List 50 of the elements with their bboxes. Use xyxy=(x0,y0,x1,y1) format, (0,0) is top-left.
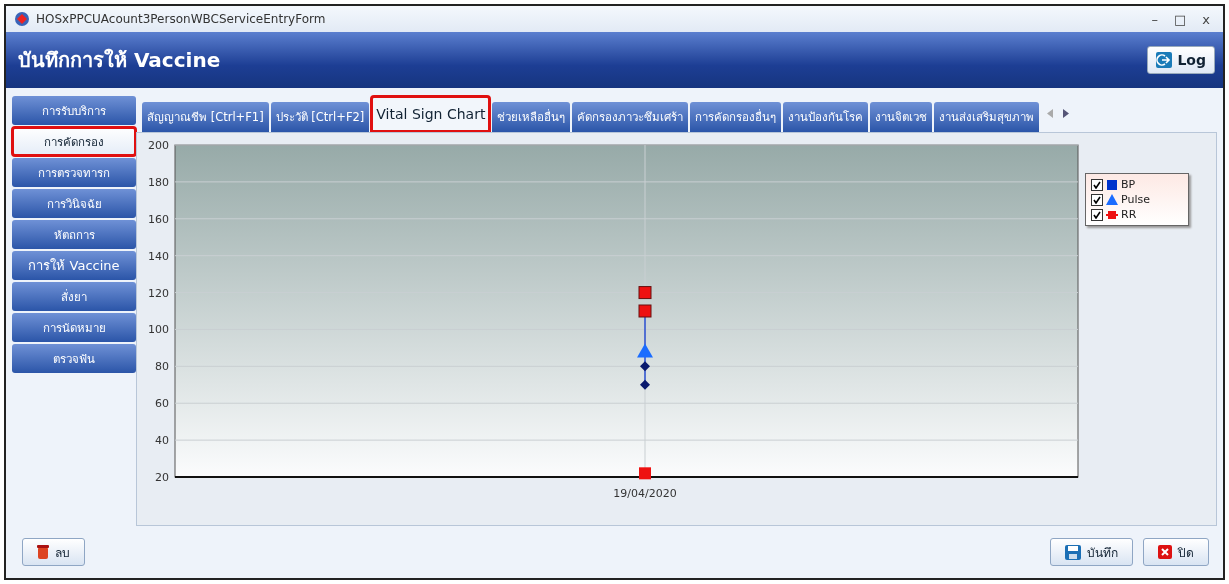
exit-icon xyxy=(1156,52,1173,68)
y-tick-label: 200 xyxy=(148,139,169,152)
legend-checkbox[interactable] xyxy=(1091,208,1103,221)
window-control[interactable]: x xyxy=(1197,11,1215,27)
tab[interactable]: ประวัติ [Ctrl+F2] xyxy=(270,102,370,132)
window-control[interactable]: □ xyxy=(1169,11,1192,27)
floppy-icon xyxy=(1065,544,1081,560)
tab[interactable]: สัญญาณชีพ [Ctrl+F1] xyxy=(142,102,269,132)
y-tick-label: 60 xyxy=(155,397,169,411)
tab[interactable]: คัดกรองภาวะซึมเศร้า xyxy=(572,102,689,132)
log-button[interactable]: Log xyxy=(1147,46,1215,74)
sidebar-item[interactable]: สั่งยา xyxy=(12,282,136,311)
legend-label: Pulse xyxy=(1121,193,1150,206)
tab[interactable]: Vital Sign Chart xyxy=(371,96,491,132)
y-tick-label: 140 xyxy=(148,249,169,263)
y-tick-label: 20 xyxy=(155,471,169,484)
tab[interactable]: งานส่งเสริมสุขภาพ xyxy=(934,102,1040,132)
y-tick-label: 120 xyxy=(148,286,169,300)
sidebar-item[interactable]: การนัดหมาย xyxy=(12,313,136,342)
sidebar-item[interactable]: ตรวจฟัน xyxy=(12,344,136,373)
sidebar-item[interactable]: การให้ Vaccine xyxy=(12,251,136,280)
y-tick-label: 100 xyxy=(148,323,169,337)
legend-label: RR xyxy=(1121,208,1137,221)
window-control[interactable]: – xyxy=(1146,11,1163,27)
bin-icon xyxy=(37,545,49,559)
tab[interactable]: งานป้องกันโรค xyxy=(783,102,869,132)
sidebar-item[interactable]: หัตถการ xyxy=(12,220,136,249)
right-arrow-icon[interactable] xyxy=(1063,109,1070,118)
sidebar-item[interactable]: การคัดกรอง xyxy=(12,127,136,156)
sidebar-item[interactable]: การรับบริการ xyxy=(12,96,136,125)
tab[interactable]: การคัดกรองอื่นๆ xyxy=(690,102,782,132)
close-button[interactable]: ปิด xyxy=(1143,538,1209,566)
window-title: HOSxPPCUAcount3PersonWBCServiceEntryForm xyxy=(36,12,327,26)
y-tick-label: 180 xyxy=(148,175,169,189)
y-tick-label: 80 xyxy=(155,360,169,374)
legend-checkbox[interactable] xyxy=(1091,178,1103,191)
x-tick-label: 19/04/2020 xyxy=(613,487,677,500)
y-tick-label: 160 xyxy=(148,212,169,226)
sidebar-item[interactable]: การตรวจทารก xyxy=(12,158,136,187)
tab[interactable]: ช่วยเหลืออื่นๆ xyxy=(492,102,571,132)
close-icon xyxy=(1158,545,1172,559)
logo-icon xyxy=(14,11,30,27)
delete-button[interactable]: ลบ xyxy=(22,538,85,566)
legend-checkbox[interactable] xyxy=(1091,193,1103,206)
form-title: บันทึกการให้ Vaccine xyxy=(18,47,221,74)
legend-label: BP xyxy=(1121,178,1136,191)
y-tick-label: 40 xyxy=(155,434,169,448)
tab[interactable]: งานจิตเวช xyxy=(870,102,933,132)
save-button[interactable]: บันทึก xyxy=(1050,538,1133,566)
sidebar-item[interactable]: การวินิจฉัย xyxy=(12,189,136,218)
